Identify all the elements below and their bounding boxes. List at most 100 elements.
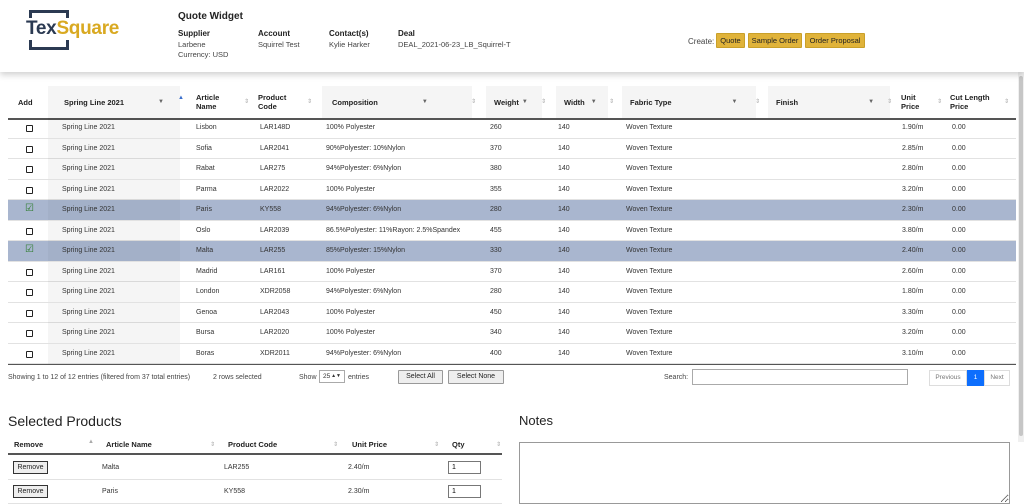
remove-button[interactable]: Remove <box>13 485 48 498</box>
pagination-page-1[interactable]: 1 <box>967 370 984 386</box>
sort-icon[interactable]: ⇕ <box>307 98 312 105</box>
table-row[interactable]: Spring Line 2021 Parma LAR2022 100% Polyest… <box>8 179 1016 200</box>
sp-col-remove[interactable]: Remove <box>14 436 43 453</box>
cell-code: LAR275 <box>260 165 286 172</box>
chevron-down-icon: ▼ <box>158 98 164 105</box>
chevron-down-icon: ▼ <box>868 98 875 105</box>
create-sample-order-button[interactable]: Sample Order <box>748 33 802 48</box>
col-code[interactable]: Product Code <box>258 86 300 118</box>
col-composition-label: Composition <box>332 97 378 107</box>
cell-composition: 100% Polyester <box>326 329 376 336</box>
sort-icon[interactable]: ⇕ <box>755 98 760 105</box>
cell-collection: Spring Line 2021 <box>48 282 180 302</box>
cell-fabric: Woven Texture <box>626 349 673 357</box>
col-unit-price[interactable]: Unit Price <box>901 86 931 118</box>
row-checkbox[interactable] <box>26 166 33 173</box>
col-article[interactable]: Article Name <box>196 86 238 118</box>
table-row[interactable]: Spring Line 2021 Sofia LAR2041 90%Polyester… <box>8 138 1016 159</box>
page-length-select[interactable]: 25 ▲▼ <box>319 370 345 383</box>
cell-width: 140 <box>558 226 570 234</box>
cell-weight: 330 <box>490 247 502 254</box>
account-info: Account Squirrel Test <box>258 29 300 50</box>
col-width-filter[interactable]: Width ▼ <box>556 86 608 118</box>
row-checkbox[interactable] <box>26 145 33 153</box>
create-order-proposal-button[interactable]: Order Proposal <box>805 33 865 48</box>
table-row[interactable]: Spring Line 2021 Boras XDR2011 94%Polyester… <box>8 343 1016 364</box>
cell-cut-price: 0.00 <box>952 288 966 295</box>
col-add: Add <box>18 97 33 107</box>
notes-textarea[interactable] <box>519 442 1010 504</box>
select-none-button[interactable]: Select None <box>448 370 504 384</box>
checked-checkbox-icon[interactable]: ☑ <box>25 203 34 215</box>
sort-icon[interactable]: ⇕ <box>333 441 338 448</box>
table-row[interactable]: ☑ Spring Line 2021 Malta LAR255 85%Polyester… <box>8 241 1016 262</box>
row-checkbox[interactable] <box>26 268 33 276</box>
sort-icon[interactable]: ⇕ <box>609 98 614 105</box>
col-weight-filter[interactable]: Weight ▼ <box>486 86 542 118</box>
cell-width: 140 <box>558 267 570 275</box>
search-input[interactable] <box>692 369 908 385</box>
sort-icon[interactable]: ⇕ <box>471 98 476 105</box>
col-finish-filter[interactable]: Finish ▼ <box>768 86 890 118</box>
col-composition-filter[interactable]: Composition ▼ <box>322 86 472 118</box>
remove-button[interactable]: Remove <box>13 461 48 474</box>
cell-width: 140 <box>558 124 570 131</box>
table-row[interactable]: Spring Line 2021 Oslo LAR2039 86.5%Polyeste… <box>8 220 1016 241</box>
row-checkbox[interactable] <box>26 125 33 132</box>
sort-icon[interactable]: ⇕ <box>496 441 501 448</box>
sort-asc-icon[interactable]: ▲ <box>88 439 94 445</box>
table-row[interactable]: Spring Line 2021 Lisbon LAR148D 100% Polyes… <box>8 118 1016 139</box>
cell-collection: Spring Line 2021 <box>48 261 180 282</box>
cell-code: KY558 <box>260 206 282 213</box>
qty-input[interactable] <box>448 485 481 498</box>
select-all-button[interactable]: Select All <box>398 370 443 384</box>
row-checkbox[interactable] <box>26 330 33 337</box>
table-row[interactable]: ☑ Spring Line 2021 Paris KY558 94%Polyester:… <box>8 200 1016 221</box>
col-cut-length-price[interactable]: Cut Length Price <box>950 86 998 118</box>
col-collection-filter[interactable]: Spring Line 2021 ▼ <box>48 86 180 118</box>
table-row[interactable]: Spring Line 2021 Bursa LAR2020 100% Polyest… <box>8 323 1016 344</box>
sort-icon[interactable]: ⇕ <box>937 98 942 105</box>
sort-icon[interactable]: ⇕ <box>244 98 249 105</box>
create-label: Create: <box>688 37 715 46</box>
sort-asc-icon[interactable]: ▲ <box>178 95 184 101</box>
sp-col-unit-price[interactable]: Unit Price <box>352 436 387 453</box>
row-checkbox[interactable] <box>26 289 33 296</box>
sort-icon[interactable]: ⇕ <box>887 98 892 105</box>
pagination-previous[interactable]: Previous <box>929 370 967 386</box>
col-fabric-filter[interactable]: Fabric Type ▼ <box>622 86 756 118</box>
products-table-body: Spring Line 2021 Lisbon LAR148D 100% Polyes… <box>8 118 1016 364</box>
cell-code: LAR2022 <box>260 185 290 193</box>
table-row[interactable]: Spring Line 2021 Madrid LAR161 100% Polyest… <box>8 261 1016 282</box>
cell-composition: 90%Polyester: 10%Nylon <box>326 144 405 152</box>
checked-checkbox-icon[interactable]: ☑ <box>25 244 34 256</box>
row-checkbox[interactable] <box>26 309 33 317</box>
cell-cut-price: 0.00 <box>952 226 966 234</box>
col-finish-label: Finish <box>776 97 799 107</box>
cell-weight: 400 <box>490 349 502 357</box>
sort-icon[interactable]: ⇕ <box>210 441 215 448</box>
cell-composition: 94%Polyester: 6%Nylon <box>326 165 402 172</box>
row-checkbox[interactable] <box>26 350 33 358</box>
page-scrollbar-thumb[interactable] <box>1019 76 1023 436</box>
selected-count: 2 rows selected <box>213 374 262 381</box>
pagination-next[interactable]: Next <box>984 370 1010 386</box>
cell-cut-price: 0.00 <box>952 165 966 172</box>
table-row[interactable]: Spring Line 2021 Rabat LAR275 94%Polyester:… <box>8 159 1016 180</box>
sort-icon[interactable]: ⇕ <box>434 441 439 448</box>
sort-icon[interactable]: ⇕ <box>541 98 546 105</box>
table-row[interactable]: Spring Line 2021 Genoa LAR2043 100% Polyest… <box>8 302 1016 323</box>
create-quote-button[interactable]: Quote <box>716 33 745 48</box>
sp-col-qty[interactable]: Qty <box>452 436 465 453</box>
selected-products-title: Selected Products <box>8 413 122 429</box>
cell-finish <box>760 139 894 159</box>
cell-code: LAR2039 <box>260 226 290 234</box>
row-checkbox[interactable] <box>26 186 33 194</box>
cell-finish <box>760 262 894 282</box>
sort-icon[interactable]: ⇕ <box>1004 98 1009 105</box>
qty-input[interactable] <box>448 461 481 474</box>
sp-col-article[interactable]: Article Name <box>106 436 152 453</box>
table-row[interactable]: Spring Line 2021 London XDR2058 94%Polyeste… <box>8 282 1016 303</box>
row-checkbox[interactable] <box>26 227 33 235</box>
sp-col-code[interactable]: Product Code <box>228 436 277 453</box>
